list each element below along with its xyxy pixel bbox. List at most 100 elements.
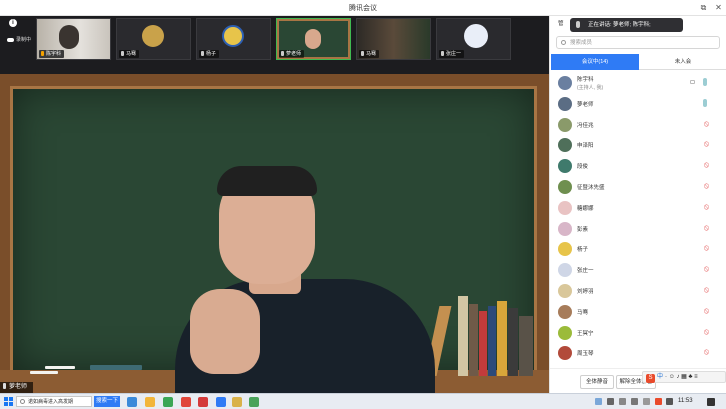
speaker-hair <box>217 166 317 196</box>
cloud-record-icon <box>7 37 14 42</box>
notification-icon[interactable] <box>707 398 715 406</box>
mic-muted-icon[interactable]: ⦸ <box>703 264 710 274</box>
book-stack <box>424 296 542 376</box>
member-tabs: 会议中(14) 未入会 <box>550 54 726 70</box>
video-thumbnail[interactable]: 陈宇科 <box>36 18 111 60</box>
mic-icon <box>281 51 284 56</box>
tab-not-joined[interactable]: 未入会 <box>639 54 726 70</box>
avatar <box>558 242 572 257</box>
avatar <box>222 25 244 47</box>
mic-icon <box>201 51 204 56</box>
ime-keyboard-icon[interactable]: ▦ <box>681 374 687 380</box>
taskbar-app-icon[interactable] <box>181 397 191 407</box>
taskbar-search-button[interactable]: 搜索一下 <box>94 396 120 407</box>
recording-indicator[interactable]: 录制中 <box>7 36 37 46</box>
tray-icon[interactable] <box>666 398 673 405</box>
mic-muted-icon[interactable]: ⦸ <box>703 139 710 149</box>
ime-menu-icon[interactable]: ≡ <box>694 374 698 380</box>
mic-muted-icon[interactable]: ⦸ <box>703 243 710 253</box>
member-role: (主持人, 我) <box>577 85 604 91</box>
member-name: 刘婷羽 <box>577 289 594 295</box>
mic-muted-icon[interactable]: ⦸ <box>703 306 710 316</box>
member-name: 陈宇科 <box>577 77 594 83</box>
video-thumbnail[interactable]: 马骞 <box>356 18 431 60</box>
ime-skin-icon[interactable]: ♣ <box>689 374 693 380</box>
network-icon[interactable] <box>631 398 638 405</box>
member-row[interactable]: 周玉琴 ⦸ <box>550 342 726 363</box>
tray-icon[interactable] <box>619 398 626 405</box>
member-row[interactable]: 陈宇科 (主持人, 我) <box>550 72 726 93</box>
mic-icon <box>441 51 444 56</box>
taskbar-search-box[interactable]: 诺如病毒进入高发期 <box>16 396 92 407</box>
taskbar-folder-icon[interactable] <box>145 397 155 407</box>
taskbar-app-icon[interactable] <box>198 397 208 407</box>
member-row[interactable]: 申泽阳 ⦸ <box>550 134 726 155</box>
avatar <box>558 284 572 298</box>
stage-left-tools: i 录制中 <box>4 16 32 62</box>
member-row[interactable]: 张庄一 ⦸ <box>550 259 726 280</box>
video-thumbnail[interactable]: 杨子 <box>196 18 271 60</box>
mic-muted-icon[interactable]: ⦸ <box>703 327 710 337</box>
mic-icon <box>3 383 6 389</box>
mic-icon <box>361 51 364 56</box>
main-speaker-video[interactable] <box>0 74 549 393</box>
mic-muted-icon[interactable]: ⦸ <box>703 347 710 357</box>
mic-on-icon[interactable] <box>703 98 707 107</box>
ime-toolbar[interactable]: S 中 · ☺ ♪ ▦ ♣ ≡ <box>642 371 726 383</box>
member-name: 冯佳兆 <box>577 122 594 129</box>
member-row[interactable]: 马骞 ⦸ <box>550 301 726 322</box>
tray-icon[interactable] <box>607 398 614 405</box>
video-thumbnail[interactable]: 马骞 <box>116 18 191 60</box>
tab-in-meeting[interactable]: 会议中(14) <box>551 54 639 70</box>
avatar <box>142 25 164 47</box>
member-row[interactable]: 段俊 ⦸ <box>550 155 726 176</box>
speaker-name: 萝老师 <box>9 384 28 390</box>
member-name: 糖娜娜 <box>577 205 594 212</box>
member-row[interactable]: 冯佳兆 ⦸ <box>550 114 726 135</box>
mic-muted-icon[interactable]: ⦸ <box>703 181 710 191</box>
speaker-hands <box>190 289 260 374</box>
member-search-input[interactable] <box>570 38 710 48</box>
mic-muted-icon[interactable]: ⦸ <box>703 160 710 170</box>
tray-icon[interactable] <box>595 398 602 405</box>
recording-label: 录制中 <box>16 37 32 43</box>
member-row[interactable]: 征暨沐先盛 ⦸ <box>550 176 726 197</box>
taskbar-app-icon[interactable] <box>232 397 242 407</box>
thumbnail-name: 马骞 <box>366 51 377 57</box>
mic-muted-icon[interactable]: ⦸ <box>703 223 710 233</box>
ime-punct-icon[interactable]: · <box>665 374 667 380</box>
member-row[interactable]: 刘婷羽 ⦸ <box>550 280 726 301</box>
popout-icon[interactable]: ⧉ <box>697 1 710 14</box>
thumbnail-name-tag: 陈宇科 <box>39 50 65 58</box>
member-row[interactable]: 萝老师 <box>550 93 726 114</box>
member-row[interactable]: 彭素 ⦸ <box>550 218 726 239</box>
taskbar-clock[interactable]: 11:53 <box>678 398 693 404</box>
close-icon[interactable]: ✕ <box>712 1 725 14</box>
avatar <box>558 117 572 132</box>
taskbar-app-icon[interactable] <box>127 397 137 407</box>
avatar <box>558 138 572 153</box>
mic-on-icon[interactable] <box>703 78 707 86</box>
taskbar-app-icon[interactable] <box>249 397 259 407</box>
mic-muted-icon[interactable]: ⦸ <box>703 202 710 212</box>
taskbar-meeting-icon[interactable] <box>216 397 226 407</box>
ime-mode[interactable]: 中 <box>657 374 663 380</box>
member-row[interactable]: 王冥宁 ⦸ <box>550 322 726 343</box>
mic-muted-icon[interactable]: ⦸ <box>703 119 710 129</box>
mute-all-button[interactable]: 全体静音 <box>580 375 614 389</box>
member-row[interactable]: 糖娜娜 ⦸ <box>550 197 726 218</box>
video-thumbnail-active[interactable]: 萝老师 <box>276 18 351 60</box>
mic-muted-icon[interactable]: ⦸ <box>703 285 710 295</box>
ime-tray-icon[interactable] <box>655 398 662 405</box>
windows-start-icon[interactable] <box>4 397 13 406</box>
camera-icon[interactable] <box>690 80 695 84</box>
ime-mic-icon[interactable]: ♪ <box>677 374 680 380</box>
member-row[interactable]: 杨子 ⦸ <box>550 238 726 259</box>
video-thumbnail[interactable]: 张庄一 <box>436 18 511 60</box>
member-search[interactable] <box>556 36 720 49</box>
info-icon[interactable]: i <box>9 19 17 27</box>
member-name: 王冥宁 <box>577 330 594 337</box>
volume-icon[interactable] <box>643 398 650 405</box>
taskbar-app-icon[interactable] <box>163 397 173 407</box>
ime-emoji-icon[interactable]: ☺ <box>669 374 675 380</box>
